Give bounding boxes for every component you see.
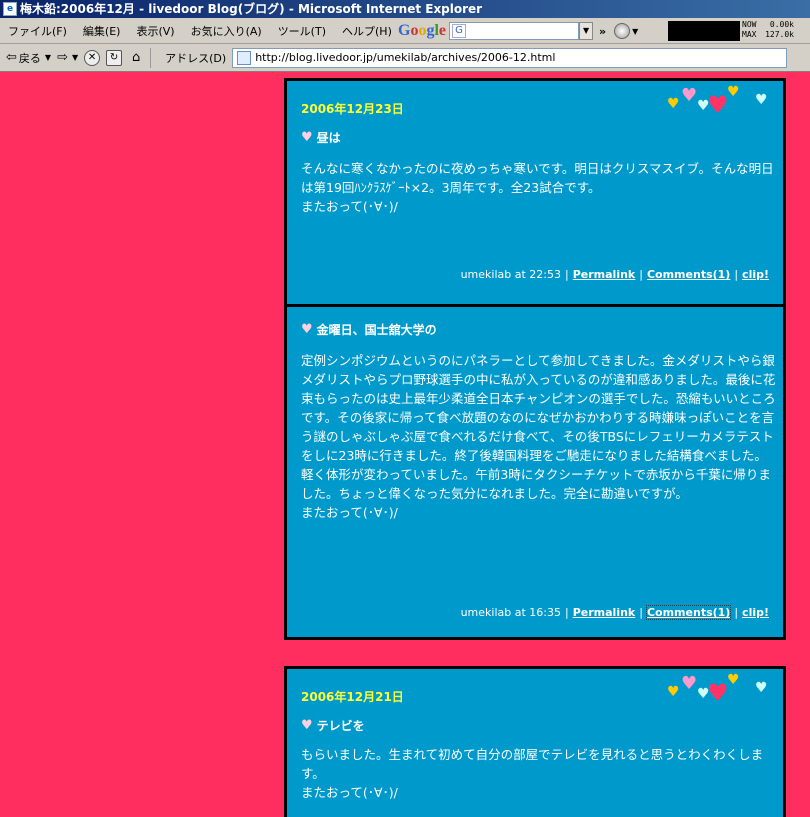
max-label: MAX — [742, 30, 757, 39]
window-title: 梅木鉛:2006年12月 - livedoor Blog(ブログ) - Micr… — [20, 2, 483, 16]
clip-link[interactable]: clip! — [742, 606, 769, 619]
post-title: ♥ 昼は — [301, 129, 341, 146]
back-dropdown-icon[interactable]: ▼ — [45, 53, 51, 62]
comments-link[interactable]: Comments(1) — [647, 268, 730, 281]
back-label: 戻る — [18, 51, 41, 65]
post-footer: umekilab at 16:35 | Permalink | Comments(1) |… — [460, 605, 769, 620]
address-bar[interactable]: http://blog.livedoor.jp/umekilab/archive… — [232, 47, 788, 68]
post-footer: umekilab at 22:53 | Permalink | Comments(1) |… — [460, 268, 769, 281]
post-body: もらいました。生まれて初めて自分の部屋でテレビを見れると思うとわくわくします。 … — [301, 745, 779, 802]
blog-post: ♥ ♥ ♥ ♥ ♥ ♥ 2006年12月23日 ♥ 昼は そんなに寒くなかったの… — [284, 78, 786, 307]
hearts-decoration-icon: ♥ ♥ ♥ ♥ ♥ ♥ — [667, 672, 768, 707]
hearts-decoration-icon: ♥ ♥ ♥ ♥ ♥ ♥ — [667, 84, 768, 119]
post-title: ♥ テレビを — [301, 717, 365, 734]
post-body: そんなに寒くなかったのに夜めっちゃ寒いです。明日はクリスマスイブ。そんな明日は第… — [301, 159, 779, 216]
heart-icon: ♥ — [301, 130, 313, 145]
address-url[interactable]: http://blog.livedoor.jp/umekilab/archive… — [255, 51, 555, 64]
post-date: 2006年12月23日 — [301, 102, 404, 116]
blog-post: ♥ ♥ ♥ ♥ ♥ ♥ 2006年12月21日 ♥ テレビを もらいました。生ま… — [284, 666, 786, 817]
post-signoff: またおって(･∀･)/ — [301, 199, 398, 214]
page-content: ♥ ♥ ♥ ♥ ♥ ♥ 2006年12月23日 ♥ 昼は そんなに寒くなかったの… — [0, 72, 810, 817]
google-g-icon: G — [452, 24, 467, 38]
google-dropdown-button[interactable]: ▼ — [579, 22, 594, 40]
forward-arrow-icon: ⇨ — [57, 50, 68, 65]
address-label: アドレス(D) — [165, 51, 227, 65]
menu-tools[interactable]: ツール(T) — [270, 23, 334, 39]
menu-favorites[interactable]: お気に入り(A) — [183, 23, 270, 39]
post-signoff: またおって(･∀･)/ — [301, 785, 398, 800]
stop-icon[interactable]: ✕ — [84, 49, 101, 66]
post-title-text: テレビを — [316, 719, 365, 733]
forward-dropdown-icon[interactable]: ▼ — [72, 53, 78, 62]
menu-help[interactable]: ヘルプ(H) — [334, 23, 400, 39]
ie-throbber — [796, 22, 810, 40]
post-paragraph: 定例シンポジウムというのにパネラーとして参加してきました。金メダリストやら銀メダ… — [301, 353, 776, 501]
heart-icon: ♥ — [301, 322, 313, 337]
max-value: 127.0k — [765, 30, 794, 39]
navigation-toolbar: ⇦ 戻る ▼ ⇨ ▼ ✕ ↻ ⌂ アドレス(D) http://blog.liv… — [0, 44, 810, 72]
clip-link[interactable]: clip! — [742, 268, 769, 281]
network-meter — [668, 21, 740, 41]
google-logo: Google — [398, 22, 447, 39]
post-title-text: 昼は — [316, 131, 341, 145]
permalink-link[interactable]: Permalink — [573, 268, 636, 281]
chevron-down-icon[interactable]: ▼ — [632, 27, 638, 36]
network-stats: NOW 0.00k MAX 127.0k — [742, 20, 794, 42]
toolbar-divider — [150, 47, 152, 68]
now-value: 0.00k — [769, 20, 794, 29]
comments-link[interactable]: Comments(1) — [645, 605, 732, 620]
permalink-link[interactable]: Permalink — [573, 606, 636, 619]
refresh-icon[interactable]: ↻ — [106, 49, 123, 66]
menu-view[interactable]: 表示(V) — [128, 23, 182, 39]
window-title-bar: e 梅木鉛:2006年12月 - livedoor Blog(ブログ) - Mi… — [0, 0, 810, 18]
post-title: ♥ 金曜日、国士舘大学の — [301, 321, 437, 338]
search-options-button[interactable] — [614, 23, 631, 39]
forward-button[interactable]: ⇨ ▼ — [57, 50, 78, 65]
post-body: 定例シンポジウムというのにパネラーとして参加してきました。金メダリストやら銀メダ… — [301, 351, 779, 522]
home-icon[interactable]: ⌂ — [128, 50, 144, 66]
post-date: 2006年12月21日 — [301, 690, 404, 704]
post-title-text: 金曜日、国士舘大学の — [316, 323, 437, 337]
page-icon — [237, 50, 252, 65]
back-button[interactable]: ⇦ 戻る ▼ — [6, 50, 51, 66]
post-paragraph: そんなに寒くなかったのに夜めっちゃ寒いです。明日はクリスマスイブ。そんな明日は第… — [301, 161, 774, 195]
post-signoff: またおって(･∀･)/ — [301, 505, 398, 520]
back-arrow-icon: ⇦ — [6, 50, 17, 65]
toolbar-overflow-icon[interactable]: » — [599, 25, 606, 38]
now-label: NOW — [742, 20, 757, 29]
menu-file[interactable]: ファイル(F) — [0, 23, 75, 39]
ie-app-icon: e — [3, 2, 17, 16]
post-author-time: umekilab at 16:35 — [460, 606, 561, 619]
google-toolbar: Google G ▼ » ▼ — [398, 20, 638, 42]
blog-post: ♥ 金曜日、国士舘大学の 定例シンポジウムというのにパネラーとして参加してきまし… — [284, 304, 786, 640]
menu-edit[interactable]: 編集(E) — [75, 23, 129, 39]
post-paragraph: もらいました。生まれて初めて自分の部屋でテレビを見れると思うとわくわくします。 — [301, 747, 764, 781]
google-search-input[interactable]: G — [449, 22, 580, 40]
post-author-time: umekilab at 22:53 — [460, 268, 561, 281]
heart-icon: ♥ — [301, 718, 313, 733]
